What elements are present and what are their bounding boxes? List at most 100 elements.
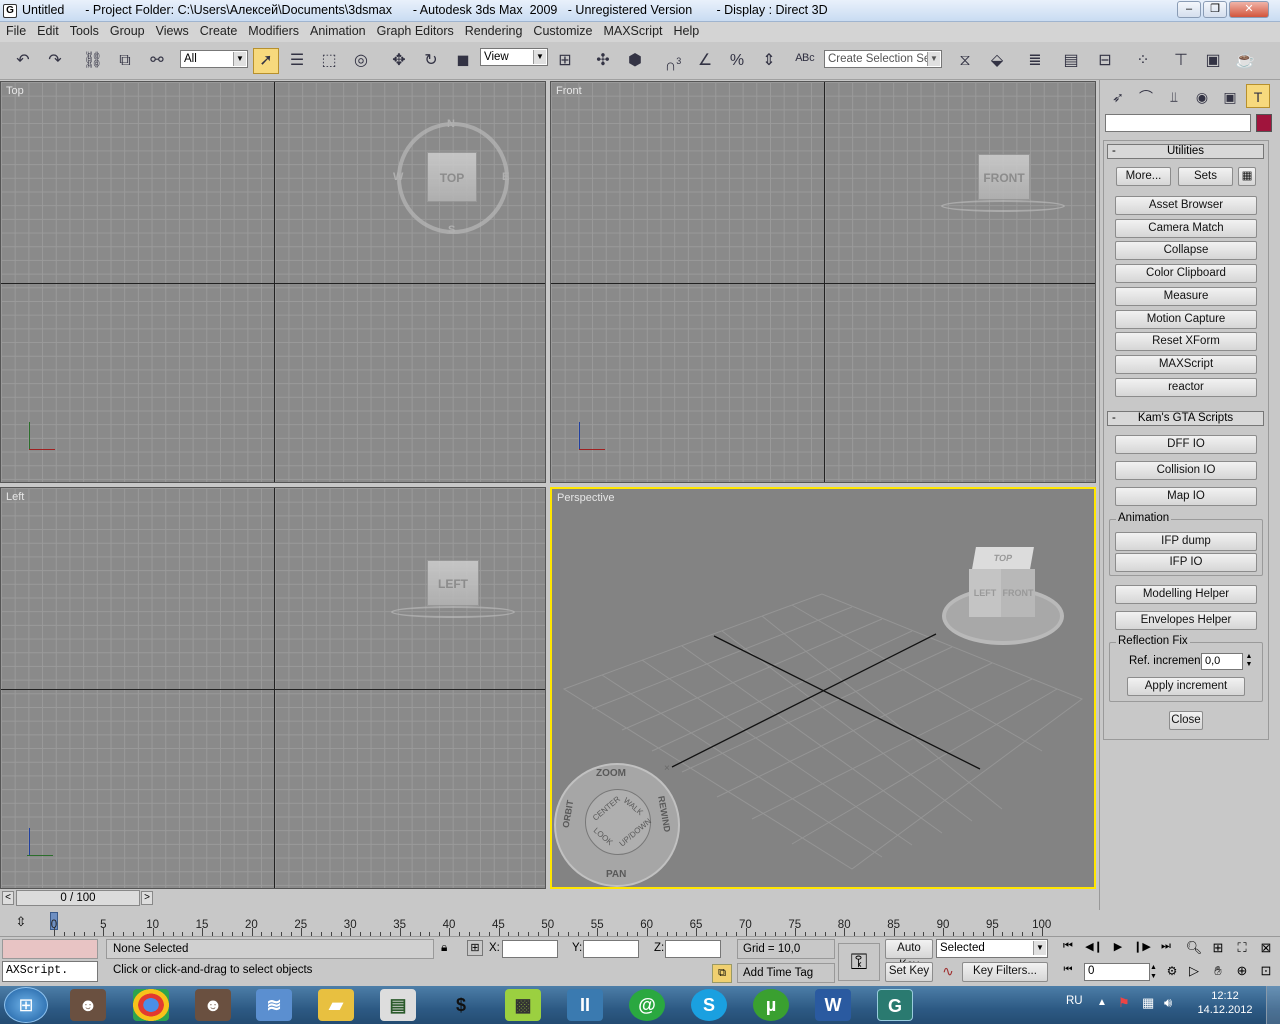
reset-xform-button[interactable]: Reset XForm	[1115, 332, 1257, 351]
maxscript-button[interactable]: MAXScript	[1115, 355, 1257, 374]
hierarchy-tab-icon[interactable]: ⫫	[1162, 84, 1186, 108]
maximize-viewport-icon[interactable]: ⊡	[1256, 963, 1276, 981]
taskbar-sanandreas-icon[interactable]: $	[443, 989, 479, 1021]
wheel-walk[interactable]: WALK	[622, 796, 645, 817]
taskbar-notes-icon[interactable]: ▤	[380, 989, 416, 1021]
ifp-io-button[interactable]: IFP IO	[1115, 553, 1257, 572]
wheel-rewind[interactable]: REWIND	[656, 795, 672, 833]
network-icon[interactable]: ▦	[1142, 995, 1154, 1011]
viewport-label[interactable]: Left	[6, 491, 24, 503]
viewport-perspective[interactable]: Perspective TOP LEFT FRONT ZOOM ORBIT RE…	[550, 487, 1096, 889]
unlink-icon[interactable]: ⧉	[112, 48, 138, 74]
percent-snap-icon[interactable]: %	[724, 48, 750, 74]
move-icon[interactable]: ✥	[386, 48, 412, 74]
motion-capture-button[interactable]: Motion Capture	[1115, 310, 1257, 329]
collision-io-button[interactable]: Collision IO	[1115, 461, 1257, 480]
viewcube[interactable]: FRONT	[978, 154, 1030, 200]
app-icon[interactable]: G	[3, 4, 17, 18]
viewcube[interactable]: TOP LEFT FRONT	[967, 547, 1037, 623]
previous-frame-icon[interactable]: ◀❙	[1082, 940, 1106, 957]
viewcube-ring[interactable]	[391, 606, 515, 618]
action-center-icon[interactable]: ⚑	[1118, 995, 1130, 1011]
mirror-icon[interactable]: ⧖	[952, 48, 978, 74]
utilities-rollout-header[interactable]: - Utilities	[1107, 144, 1264, 159]
pivot-center-icon[interactable]: ⊞	[552, 48, 578, 74]
auto-key-button[interactable]: Auto Key	[885, 939, 933, 971]
color-clipboard-button[interactable]: Color Clipboard	[1115, 264, 1257, 283]
menu-customize[interactable]: Customize	[527, 22, 597, 38]
menu-animation[interactable]: Animation	[304, 22, 371, 38]
render-teapot-icon[interactable]: ☕	[1232, 48, 1258, 74]
kams-rollout-header[interactable]: - Kam's GTA Scripts	[1107, 411, 1264, 426]
taskbar-3dsmax-icon[interactable]: G	[877, 989, 913, 1021]
motion-tab-icon[interactable]: ◉	[1190, 84, 1214, 108]
go-to-end-icon[interactable]: ⏭	[1154, 940, 1178, 957]
pan-view-icon[interactable]: ✋︎	[1208, 963, 1228, 981]
scale-icon[interactable]: ◼	[450, 48, 476, 74]
measure-button[interactable]: Measure	[1115, 287, 1257, 306]
frame-spinner-icon[interactable]: ▲ ▼	[1150, 963, 1160, 981]
curve-editor-icon[interactable]: ▤	[1058, 48, 1084, 74]
named-selection-dropdown[interactable]: Create Selection Set ▼	[824, 50, 942, 68]
keyboard-shortcut-override-icon[interactable]: ⬢	[622, 48, 648, 74]
zoom-icon[interactable]: 🔍︎	[1184, 940, 1204, 958]
z-field[interactable]	[665, 940, 721, 958]
zoom-extents-all-icon[interactable]: ⊠	[1256, 940, 1276, 958]
edit-named-selection-icon[interactable]: ᴬᴮᶜ	[792, 48, 818, 74]
collapse-button[interactable]: Collapse	[1115, 241, 1257, 260]
field-of-view-icon[interactable]: ▷	[1184, 963, 1204, 981]
window-crossing-icon[interactable]: ◎	[348, 48, 374, 74]
menu-tools[interactable]: Tools	[64, 22, 104, 38]
wheel-center[interactable]: CENTER	[591, 794, 622, 822]
snaps-toggle-icon[interactable]: ∩3	[660, 48, 686, 74]
layer-manager-icon[interactable]: ≣	[1022, 48, 1048, 74]
configure-button-sets-icon[interactable]: ▦	[1238, 167, 1256, 186]
time-configuration-icon[interactable]: ⚙	[1162, 964, 1182, 981]
default-in-out-tangents-icon[interactable]: ∿	[938, 963, 958, 982]
taskbar-layers-icon[interactable]: ≋	[256, 989, 292, 1021]
menu-help[interactable]: Help	[668, 22, 705, 38]
select-manipulate-icon[interactable]: ✣	[590, 48, 616, 74]
ifp-dump-button[interactable]: IFP dump	[1115, 532, 1257, 551]
clock[interactable]: 12:12 14.12.2012	[1190, 990, 1260, 1016]
display-tab-icon[interactable]: ▣	[1218, 84, 1242, 108]
mini-curve-editor-icon[interactable]: ⇳	[10, 914, 32, 932]
absolute-mode-icon[interactable]: ⊞	[467, 940, 483, 956]
volume-icon[interactable]: 🔊︎	[1164, 995, 1172, 1011]
key-filters-button[interactable]: Key Filters...	[962, 962, 1048, 982]
name-field[interactable]	[1105, 114, 1251, 132]
x-field[interactable]	[502, 940, 558, 958]
y-field[interactable]	[583, 940, 639, 958]
show-desktop-button[interactable]	[1266, 986, 1280, 1024]
show-hidden-icons-icon[interactable]: ▲	[1097, 997, 1107, 1008]
undo-icon[interactable]: ↶	[10, 48, 36, 74]
redo-icon[interactable]: ↷	[42, 48, 68, 74]
taskbar-gtaiii-icon[interactable]: II	[567, 989, 603, 1021]
envelopes-helper-button[interactable]: Envelopes Helper	[1115, 611, 1257, 630]
render-setup-icon[interactable]: ⊤	[1168, 48, 1194, 74]
wheel-updown[interactable]: UP/DOWN	[618, 817, 653, 849]
viewport-label[interactable]: Front	[556, 85, 582, 97]
close-icon[interactable]: ×	[664, 763, 670, 774]
wheel-pan[interactable]: PAN	[606, 869, 626, 880]
minimize-button[interactable]: ‒	[1177, 1, 1201, 18]
rectangular-selection-icon[interactable]: ⬚	[316, 48, 342, 74]
viewcube[interactable]: LEFT	[427, 560, 479, 606]
key-mode-toggle-icon[interactable]: ⏮	[1058, 964, 1078, 981]
menu-create[interactable]: Create	[194, 22, 243, 38]
viewport-label[interactable]: Top	[6, 85, 24, 97]
maxscript-listener-red[interactable]	[2, 939, 98, 959]
zoom-extents-icon[interactable]: ⛶	[1232, 940, 1252, 958]
dff-io-button[interactable]: DFF IO	[1115, 435, 1257, 454]
viewcube[interactable]: TOP	[427, 152, 477, 202]
select-object-icon[interactable]: ➚	[253, 48, 279, 74]
menu-views[interactable]: Views	[150, 22, 194, 38]
selection-filter-dropdown[interactable]: All ▼	[180, 50, 248, 68]
menu-edit[interactable]: Edit	[31, 22, 64, 38]
spinner-snap-icon[interactable]: ⇕	[756, 48, 782, 74]
reference-coordinate-dropdown[interactable]: View ▼	[480, 48, 548, 66]
rotate-icon[interactable]: ↻	[418, 48, 444, 74]
wheel-orbit[interactable]: ORBIT	[561, 799, 576, 828]
align-icon[interactable]: ⬙	[984, 48, 1010, 74]
time-slider-prev[interactable]: <	[2, 891, 14, 905]
